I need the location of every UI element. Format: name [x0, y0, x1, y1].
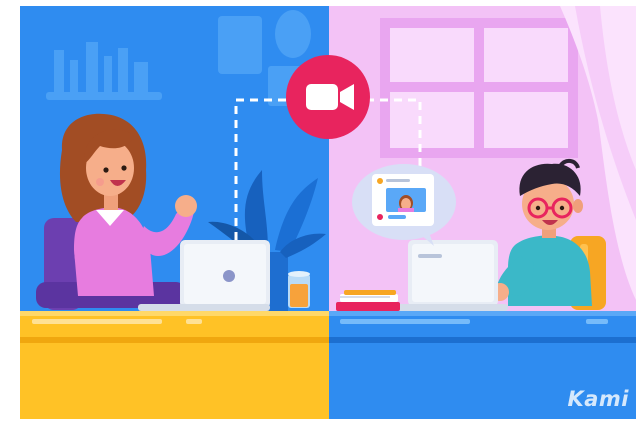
- kami-watermark: Kami: [567, 387, 629, 411]
- stack-of-books: [336, 290, 400, 311]
- juice-glass: [288, 271, 310, 308]
- window: [380, 18, 578, 158]
- video-call-illustration: Kami: [0, 0, 641, 419]
- right-laptop: [396, 240, 508, 311]
- video-camera-icon: [286, 55, 370, 139]
- illustration-svg: [0, 0, 641, 419]
